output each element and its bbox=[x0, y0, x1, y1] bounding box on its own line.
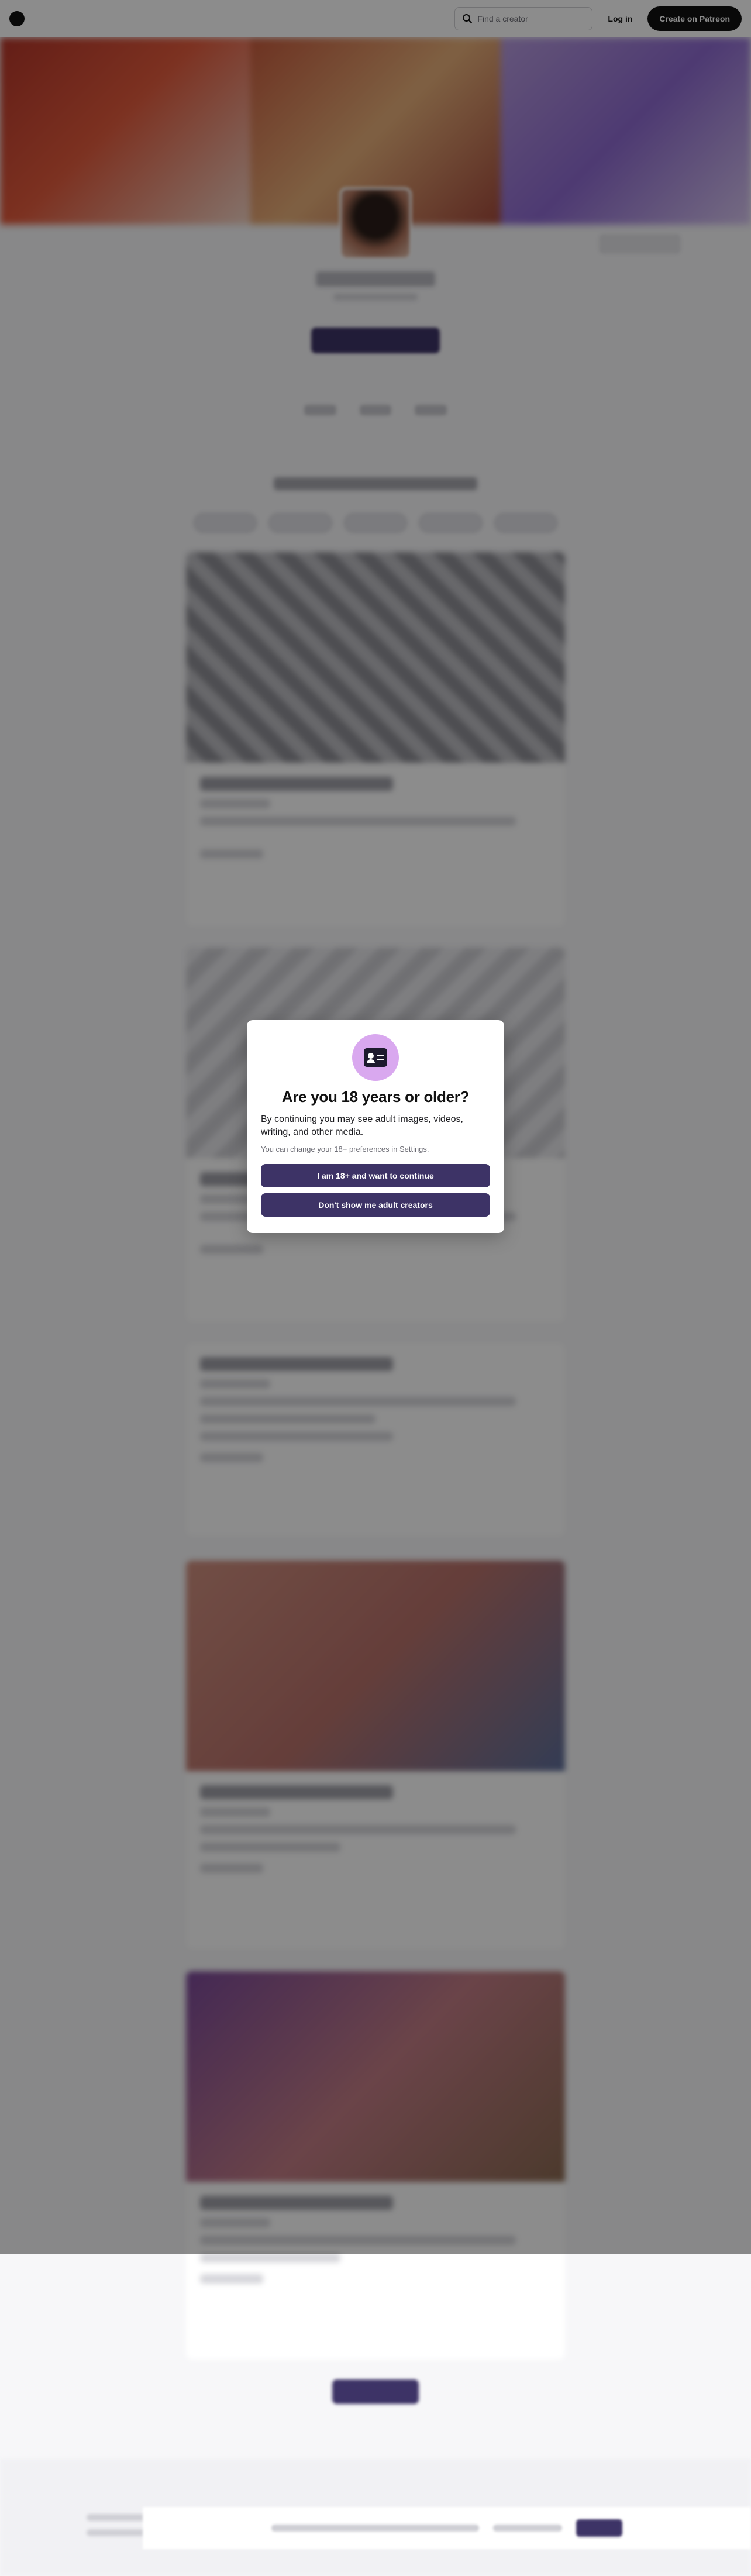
modal-title: Are you 18 years or older? bbox=[281, 1088, 470, 1106]
blurred-load-more-button bbox=[332, 2379, 419, 2404]
confirm-adult-button[interactable]: I am 18+ and want to continue bbox=[261, 1164, 490, 1187]
modal-settings-note: You can change your 18+ preferences in S… bbox=[261, 1145, 429, 1153]
id-card-icon bbox=[352, 1034, 399, 1081]
modal-description: By continuing you may see adult images, … bbox=[261, 1114, 463, 1137]
decline-adult-button[interactable]: Don't show me adult creators bbox=[261, 1193, 490, 1217]
blurred-cookie-bar bbox=[143, 2507, 751, 2549]
age-verification-modal: Are you 18 years or older? By continuing… bbox=[247, 1020, 504, 1233]
